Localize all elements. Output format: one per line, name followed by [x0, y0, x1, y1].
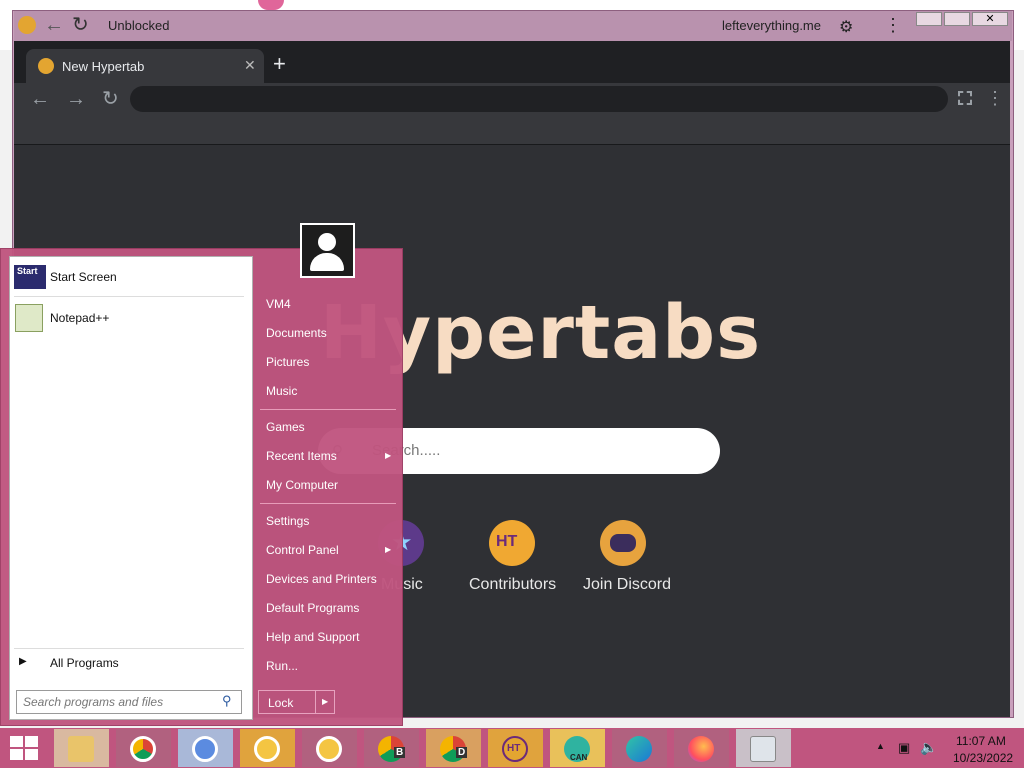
- menu-item-vm4[interactable]: VM4: [266, 297, 291, 311]
- clock-time[interactable]: 11:07 AM: [956, 734, 1006, 748]
- start-pane-br: [25, 749, 38, 760]
- programs-search-placeholder: Search programs and files: [23, 695, 164, 709]
- maximize-button[interactable]: [944, 12, 970, 26]
- tab-close-icon[interactable]: ✕: [244, 57, 256, 74]
- edge-icon: [626, 736, 652, 762]
- taskbar-file-explorer[interactable]: [54, 729, 109, 767]
- recent-items-arrow-icon: ▶: [385, 451, 392, 460]
- user-avatar[interactable]: [300, 223, 355, 278]
- taskbar-edge-canary[interactable]: CAN: [550, 729, 605, 767]
- hypertabs-taskbar-text: HT: [507, 743, 521, 754]
- taskbar-chromium[interactable]: [178, 729, 233, 767]
- lock-button[interactable]: Lock ▶: [258, 690, 335, 714]
- taskbar-firefox[interactable]: [674, 729, 729, 767]
- menu-item-help-support[interactable]: Help and Support: [266, 630, 359, 644]
- tab-title: New Hypertab: [62, 59, 145, 74]
- menu-item-games[interactable]: Games: [266, 420, 305, 434]
- address-bar[interactable]: [130, 86, 948, 112]
- clock-date[interactable]: 10/23/2022: [953, 751, 1013, 765]
- hypertabs-logo-icon: [18, 16, 36, 34]
- new-tab-button[interactable]: +: [273, 51, 286, 77]
- start-pane-tl: [10, 736, 23, 747]
- chrome-icon: [130, 736, 156, 762]
- notepad-plus-plus-icon: [15, 304, 43, 332]
- start-pane-bl: [10, 749, 23, 760]
- host-menu-icon[interactable]: ⋮: [884, 15, 902, 36]
- hypertabs-taskbar-icon: HT: [502, 736, 528, 762]
- beta-badge: B: [394, 747, 406, 758]
- lock-label: Lock: [268, 696, 294, 710]
- folder-icon: [68, 736, 94, 762]
- menu-item-documents[interactable]: Documents: [266, 326, 327, 340]
- taskbar-chrome-beta[interactable]: B: [364, 729, 419, 767]
- start-screen-icon: Start: [14, 265, 46, 289]
- taskbar-chrome-canary[interactable]: [302, 729, 357, 767]
- taskbar-chrome-dev[interactable]: D: [426, 729, 481, 767]
- media-disc-icon: [750, 736, 776, 762]
- extension-puzzle-icon[interactable]: ⚙: [839, 17, 853, 37]
- back-icon[interactable]: ←: [30, 89, 50, 109]
- start-screen-item[interactable]: Start Screen: [50, 270, 117, 284]
- taskbar-media-player[interactable]: [736, 729, 791, 767]
- shortcut-label-join-discord[interactable]: Join Discord: [583, 576, 671, 594]
- menu-item-default-programs[interactable]: Default Programs: [266, 601, 359, 615]
- forward-icon[interactable]: →: [66, 89, 86, 109]
- chromium-icon: [192, 736, 218, 762]
- search-magnifier-icon[interactable]: ⚲: [222, 693, 232, 709]
- start-screen-icon-text: Start: [17, 266, 38, 276]
- close-window-button[interactable]: ✕: [972, 12, 1008, 26]
- all-programs-item[interactable]: All Programs: [50, 656, 119, 670]
- menu-item-music[interactable]: Music: [266, 384, 297, 398]
- volume-icon[interactable]: 🔈: [920, 739, 937, 756]
- chrome-canary-icon: [316, 736, 342, 762]
- host-back-icon[interactable]: ←: [44, 15, 64, 35]
- menu-item-devices-printers[interactable]: Devices and Printers: [266, 572, 377, 586]
- start-menu-programs-pane: [9, 256, 253, 720]
- lock-divider: [315, 691, 316, 713]
- canary-badge: CAN: [570, 753, 588, 762]
- fullscreen-icon[interactable]: [958, 91, 972, 105]
- dev-badge: D: [456, 747, 468, 758]
- menu-item-settings[interactable]: Settings: [266, 514, 309, 528]
- menu-separator: [260, 409, 396, 410]
- menu-separator: [260, 503, 396, 504]
- user-head-icon: [318, 233, 336, 251]
- tab-favicon-icon: [38, 58, 54, 74]
- chrome-lock-icon: [254, 736, 280, 762]
- menu-item-control-panel[interactable]: Control Panel: [266, 543, 339, 557]
- discord-glyph-icon: [610, 534, 636, 552]
- all-programs-arrow-icon: ▶: [19, 656, 27, 667]
- taskbar-edge[interactable]: [612, 729, 667, 767]
- minimize-button[interactable]: [916, 12, 942, 26]
- host-reload-icon[interactable]: ↻: [72, 15, 89, 35]
- menu-item-my-computer[interactable]: My Computer: [266, 478, 338, 492]
- taskbar-chrome[interactable]: [116, 729, 171, 767]
- reload-icon[interactable]: ↻: [102, 89, 119, 109]
- ht-logo-text: HT: [496, 533, 518, 550]
- inner-menu-icon[interactable]: ⋮: [986, 88, 1004, 109]
- menu-item-recent-items[interactable]: Recent Items: [266, 449, 337, 463]
- network-icon[interactable]: ▣: [898, 740, 910, 756]
- shortcut-label-contributors[interactable]: Contributors: [469, 576, 556, 594]
- all-programs-separator: [14, 648, 244, 649]
- pinned-separator: [14, 296, 244, 297]
- lock-options-arrow-icon[interactable]: ▶: [322, 697, 328, 706]
- taskbar-chrome-canary-lock[interactable]: [240, 729, 295, 767]
- windows-start-icon[interactable]: [10, 736, 38, 760]
- host-tab-title: Unblocked: [108, 18, 170, 33]
- menu-item-run[interactable]: Run...: [266, 659, 298, 673]
- taskbar-hypertabs[interactable]: HT: [488, 729, 543, 767]
- firefox-icon: [688, 736, 714, 762]
- user-body-icon: [310, 253, 344, 271]
- menu-item-pictures[interactable]: Pictures: [266, 355, 309, 369]
- start-pane-tr: [25, 736, 38, 747]
- host-url[interactable]: lefteverything.me: [722, 18, 821, 33]
- control-panel-arrow-icon: ▶: [385, 545, 392, 554]
- show-hidden-icons-icon[interactable]: ▲: [876, 741, 885, 751]
- notepad-plus-plus-item[interactable]: Notepad++: [50, 311, 109, 325]
